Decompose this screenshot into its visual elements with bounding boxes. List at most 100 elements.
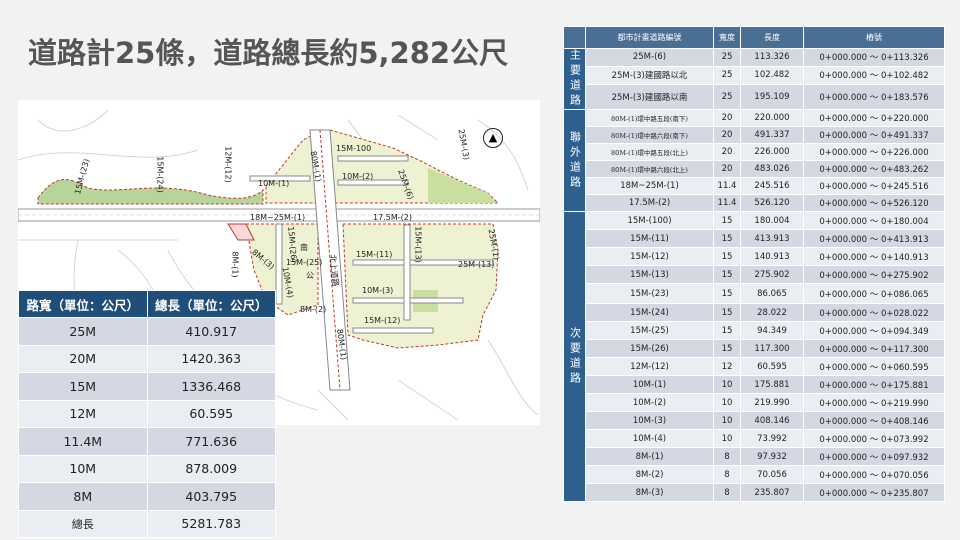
table-row: 15M-(13) 15 275.902 0+000.000 ～ 0+275.902 (564, 265, 945, 284)
station-cell: 0+000.000 ～ 0+097.932 (803, 447, 945, 466)
map-label: 10M-(3) (362, 286, 394, 295)
table-row: 80M-(1)環中路六段(南下) 20 491.337 0+000.000 ～ 0+4… (564, 126, 945, 144)
map-label: 公 (306, 271, 314, 280)
station-cell: 0+000.000 ～ 0+117.300 (803, 339, 945, 358)
length-cell: 226.000 (740, 143, 804, 161)
station-cell: 0+000.000 ～ 0+140.913 (803, 247, 945, 266)
map-label: 8M-(2) (300, 305, 327, 314)
station-cell: 0+000.000 ～ 0+060.595 (803, 357, 945, 376)
road-id-cell: 15M-(100) (585, 211, 714, 230)
map-label: 8M-(1) (230, 251, 240, 278)
table-cell: 878.009 (146, 454, 276, 483)
road-id-cell: 18M~25M-(1) (585, 177, 714, 195)
width-cell: 8 (713, 483, 741, 502)
map-label: 15M-(11) (356, 250, 393, 259)
width-cell: 15 (713, 265, 741, 284)
road-id-cell: 15M-(26) (585, 339, 714, 358)
length-cell: 117.300 (740, 339, 804, 358)
table-total-row: 總長 5281.783 (18, 509, 276, 538)
width-cell: 25 (713, 65, 741, 85)
road-id-cell: 12M-(12) (585, 357, 714, 376)
road-id-cell: 15M-(23) (585, 283, 714, 304)
table-header-row: 路寬（單位：公尺） 總長（單位：公尺） (18, 290, 276, 318)
map-label: 10M-(1) (258, 179, 290, 188)
table-cell: 1336.468 (146, 372, 276, 401)
table-row: 20M 1420.363 (18, 344, 276, 373)
table-cell: 5281.783 (146, 509, 276, 538)
width-cell: 12 (713, 357, 741, 376)
width-cell: 15 (713, 321, 741, 340)
road-id-cell: 25M-(3)建國路以北 (585, 65, 714, 85)
width-cell: 20 (713, 109, 741, 127)
station-cell: 0+000.000 ～ 0+113.326 (803, 48, 945, 67)
width-cell: 15 (713, 247, 741, 266)
table-row: 8M-(1) 8 97.932 0+000.000 ～ 0+097.932 (564, 447, 945, 466)
table-cell: 403.795 (146, 482, 276, 511)
length-cell: 483.026 (740, 160, 804, 178)
width-cell: 10 (713, 411, 741, 430)
table-row: 8M-(2) 8 70.056 0+000.000 ～ 0+070.056 (564, 465, 945, 484)
length-cell: 526.120 (740, 194, 804, 212)
map-label: 15M-100 (336, 144, 372, 153)
road-id-cell: 10M-(3) (585, 411, 714, 430)
length-cell: 113.326 (740, 48, 804, 67)
station-cell: 0+000.000 ～ 0+235.807 (803, 483, 945, 502)
map-label: 15M-(24) (155, 156, 165, 193)
table-cell: 25M (18, 317, 148, 346)
length-cell: 140.913 (740, 247, 804, 266)
category-cell: 次要道路 (563, 211, 586, 502)
station-cell: 0+000.000 ～ 0+226.000 (803, 143, 945, 161)
station-cell: 0+000.000 ～ 0+070.056 (803, 465, 945, 484)
road-id-cell: 25M-(6) (585, 48, 714, 67)
width-cell: 15 (713, 229, 741, 248)
table-cell: 60.595 (146, 399, 276, 428)
road-id-cell: 17.5M-(2) (585, 194, 714, 212)
table-row: 聯外道路 80M-(1)環中路五段(南下) 20 220.000 0+000.000 ～… (563, 109, 945, 212)
map-label: 南 (300, 243, 308, 252)
map-label: 15M-(12) (364, 316, 401, 325)
length-cell: 97.932 (740, 447, 804, 466)
width-cell: 20 (713, 143, 741, 161)
road-id-cell: 10M-(1) (585, 375, 714, 394)
table-row: 主要道路 25M-(6) 25 113.326 0+000.000 ～ 0+113.32… (563, 48, 945, 110)
station-cell: 0+000.000 ～ 0+028.022 (803, 303, 945, 322)
table-row: 11.4M 771.636 (18, 427, 276, 456)
road-id-cell: 10M-(4) (585, 429, 714, 448)
table-row: 80M-(1)環中路六段(北上) 20 483.026 0+000.000 ～ 0+4… (564, 160, 945, 178)
length-cell: 102.482 (740, 65, 804, 85)
road-id-cell: 8M-(2) (585, 465, 714, 484)
length-cell: 220.000 (740, 109, 804, 127)
table-row: 25M-(3)建國路以南 25 195.109 0+000.000 ～ 0+183.5… (564, 83, 945, 111)
station-cell: 0+000.000 ～ 0+491.337 (803, 126, 945, 144)
length-cell: 73.992 (740, 429, 804, 448)
station-cell: 0+000.000 ～ 0+180.004 (803, 211, 945, 230)
map-label: 18M~25M-(1) (250, 213, 306, 222)
table-row: 15M-(23) 15 86.065 0+000.000 ～ 0+086.065 (564, 283, 945, 304)
length-cell: 275.902 (740, 265, 804, 284)
column-header: 都市計畫道路編號 (585, 26, 714, 49)
table-row: 15M-(24) 15 28.022 0+000.000 ～ 0+028.022 (564, 303, 945, 322)
table-row: 15M-(25) 15 94.349 0+000.000 ～ 0+094.349 (564, 321, 945, 340)
map-label: 25M-(13) (458, 260, 495, 269)
length-cell: 60.595 (740, 357, 804, 376)
column-header: 長度 (740, 26, 804, 49)
map-label: 15M-(25) (286, 258, 323, 267)
width-cell: 8 (713, 447, 741, 466)
column-header: 總長（單位：公尺） (146, 290, 276, 318)
table-row: 15M-(26) 15 117.300 0+000.000 ～ 0+117.300 (564, 339, 945, 358)
width-cell: 10 (713, 393, 741, 412)
road-id-cell: 80M-(1)環中路五段(南下) (585, 109, 714, 127)
table-cell: 10M (18, 454, 148, 483)
length-cell: 86.065 (740, 283, 804, 304)
table-cell: 12M (18, 399, 148, 428)
station-cell: 0+000.000 ～ 0+413.913 (803, 229, 945, 248)
table-cell: 8M (18, 482, 148, 511)
category-header (563, 26, 586, 49)
map-label: 10M-(2) (342, 172, 374, 181)
map-label: 15M-(13) (413, 226, 423, 263)
table-header-row: 都市計畫道路編號 寬度 長度 樁號 (563, 26, 945, 49)
width-cell: 20 (713, 160, 741, 178)
length-cell: 28.022 (740, 303, 804, 322)
table-row: 18M~25M-(1) 11.4 245.516 0+000.000 ～ 0+245.… (564, 177, 945, 195)
table-row: 25M 410.917 (18, 317, 276, 346)
